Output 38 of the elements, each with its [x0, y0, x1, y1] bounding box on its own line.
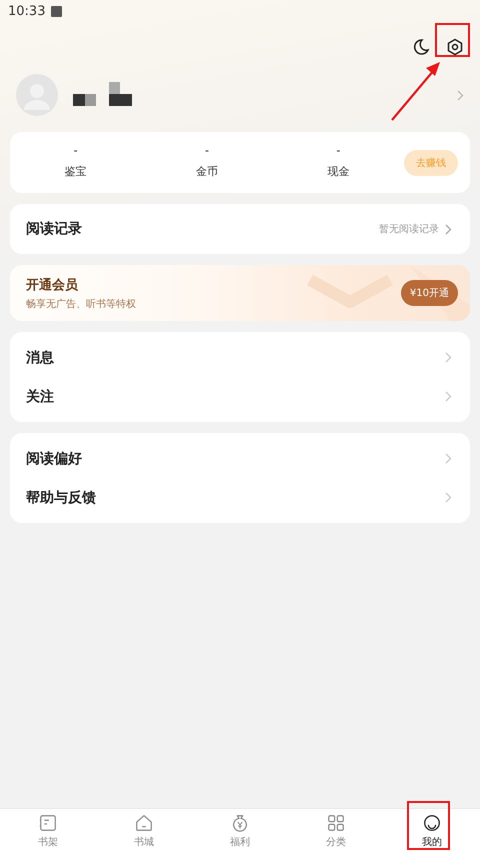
- redacted-name: [73, 82, 135, 108]
- stat-label[interactable]: 现金: [327, 164, 350, 179]
- grid-icon: [326, 813, 346, 833]
- stat-label[interactable]: 鉴宝: [64, 164, 87, 179]
- vip-title: 开通会员: [26, 276, 79, 294]
- menu-label[interactable]: 消息: [26, 348, 445, 366]
- tab[interactable]: 书城: [96, 809, 192, 853]
- highlight-box: [407, 801, 450, 850]
- moon-icon[interactable]: [412, 38, 430, 56]
- notification-icon: [51, 6, 62, 16]
- chevron-icon: [445, 352, 452, 363]
- chevron-icon: [457, 90, 464, 100]
- status-text: 暂无阅读记录: [379, 222, 439, 236]
- menu-label[interactable]: 关注: [26, 388, 445, 406]
- chevron-icon: [445, 453, 452, 464]
- chevron-icon: [445, 492, 452, 503]
- menu-label[interactable]: 帮助与反馈: [26, 488, 445, 506]
- highlight-box: [435, 23, 470, 57]
- menu-label[interactable]: 阅读偏好: [26, 450, 445, 468]
- stat-label[interactable]: 金币: [196, 164, 218, 179]
- stat-value: -: [336, 146, 340, 156]
- tab[interactable]: 福利: [192, 809, 288, 853]
- house-icon: [134, 813, 154, 833]
- settings-icon[interactable]: [446, 38, 464, 56]
- tab[interactable]: 书架: [0, 809, 96, 853]
- tab[interactable]: 分类: [288, 809, 384, 853]
- stat-value: -: [205, 146, 209, 156]
- book-icon: [38, 813, 58, 833]
- vip-button[interactable]: ¥10开通: [400, 280, 458, 306]
- vip-subtitle: 畅享无广告、听书等特权: [26, 298, 137, 310]
- chevron-icon: [445, 224, 452, 234]
- smile-icon: [422, 813, 442, 833]
- tab[interactable]: 我的: [384, 809, 480, 853]
- menu-label[interactable]: 阅读记录: [26, 220, 373, 238]
- status-time: 10:33: [8, 4, 46, 18]
- money-bag-icon: [230, 813, 250, 833]
- stat-value: -: [74, 146, 78, 156]
- chevron-icon: [445, 391, 452, 402]
